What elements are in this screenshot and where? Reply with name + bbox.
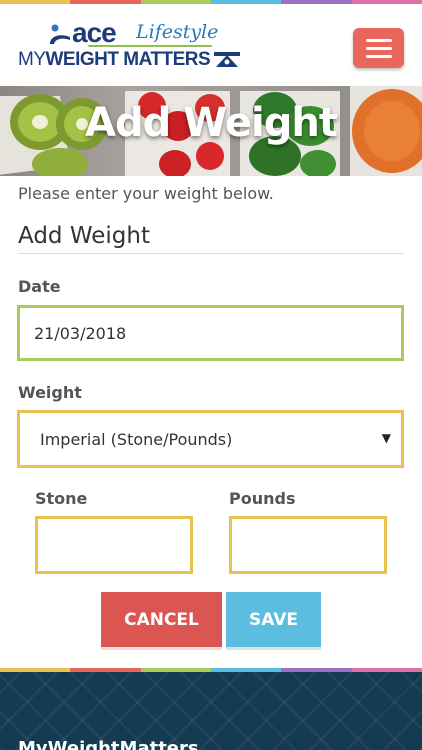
- header: ace Lifestyle MYWEIGHT MATTERS: [0, 4, 422, 86]
- weight-label: Weight: [18, 383, 82, 402]
- banner-title: Add Weight: [85, 100, 338, 146]
- ace-person-icon: [50, 24, 70, 44]
- brand-my: MY: [18, 49, 46, 70]
- stone-input[interactable]: [35, 516, 193, 574]
- cancel-button[interactable]: CANCEL: [101, 592, 222, 647]
- page-banner: Add Weight: [0, 86, 422, 176]
- brand-lifestyle: Lifestyle: [136, 21, 219, 43]
- brand-ace: ace: [72, 17, 117, 48]
- date-label: Date: [18, 277, 61, 296]
- weight-unit-selected: Imperial (Stone/Pounds): [40, 429, 233, 449]
- menu-button[interactable]: [353, 28, 404, 68]
- form-title: Add Weight: [18, 222, 404, 254]
- dropdown-arrow-icon: ▼: [381, 431, 391, 445]
- hamburger-icon: [365, 38, 392, 42]
- brand-weight-matters: WEIGHT MATTERS: [45, 49, 211, 70]
- save-button[interactable]: SAVE: [226, 592, 321, 647]
- scale-icon: [214, 52, 240, 67]
- brand-logo[interactable]: ace Lifestyle MYWEIGHT MATTERS: [18, 18, 248, 74]
- brand-my-weight-matters: MYWEIGHT MATTERS: [18, 49, 211, 71]
- footer: MyWeightMatters: [0, 672, 422, 750]
- brand-underline: [88, 45, 212, 47]
- footer-title: MyWeightMatters: [18, 738, 199, 750]
- date-input[interactable]: [17, 305, 404, 361]
- hamburger-icon-bar: [365, 54, 392, 58]
- pounds-input[interactable]: [229, 516, 387, 574]
- intro-text: Please enter your weight below.: [18, 184, 274, 203]
- stone-label: Stone: [35, 489, 88, 508]
- hamburger-icon-bar: [365, 46, 392, 50]
- pounds-label: Pounds: [229, 489, 296, 508]
- weight-unit-select[interactable]: Imperial (Stone/Pounds) ▼: [17, 410, 404, 468]
